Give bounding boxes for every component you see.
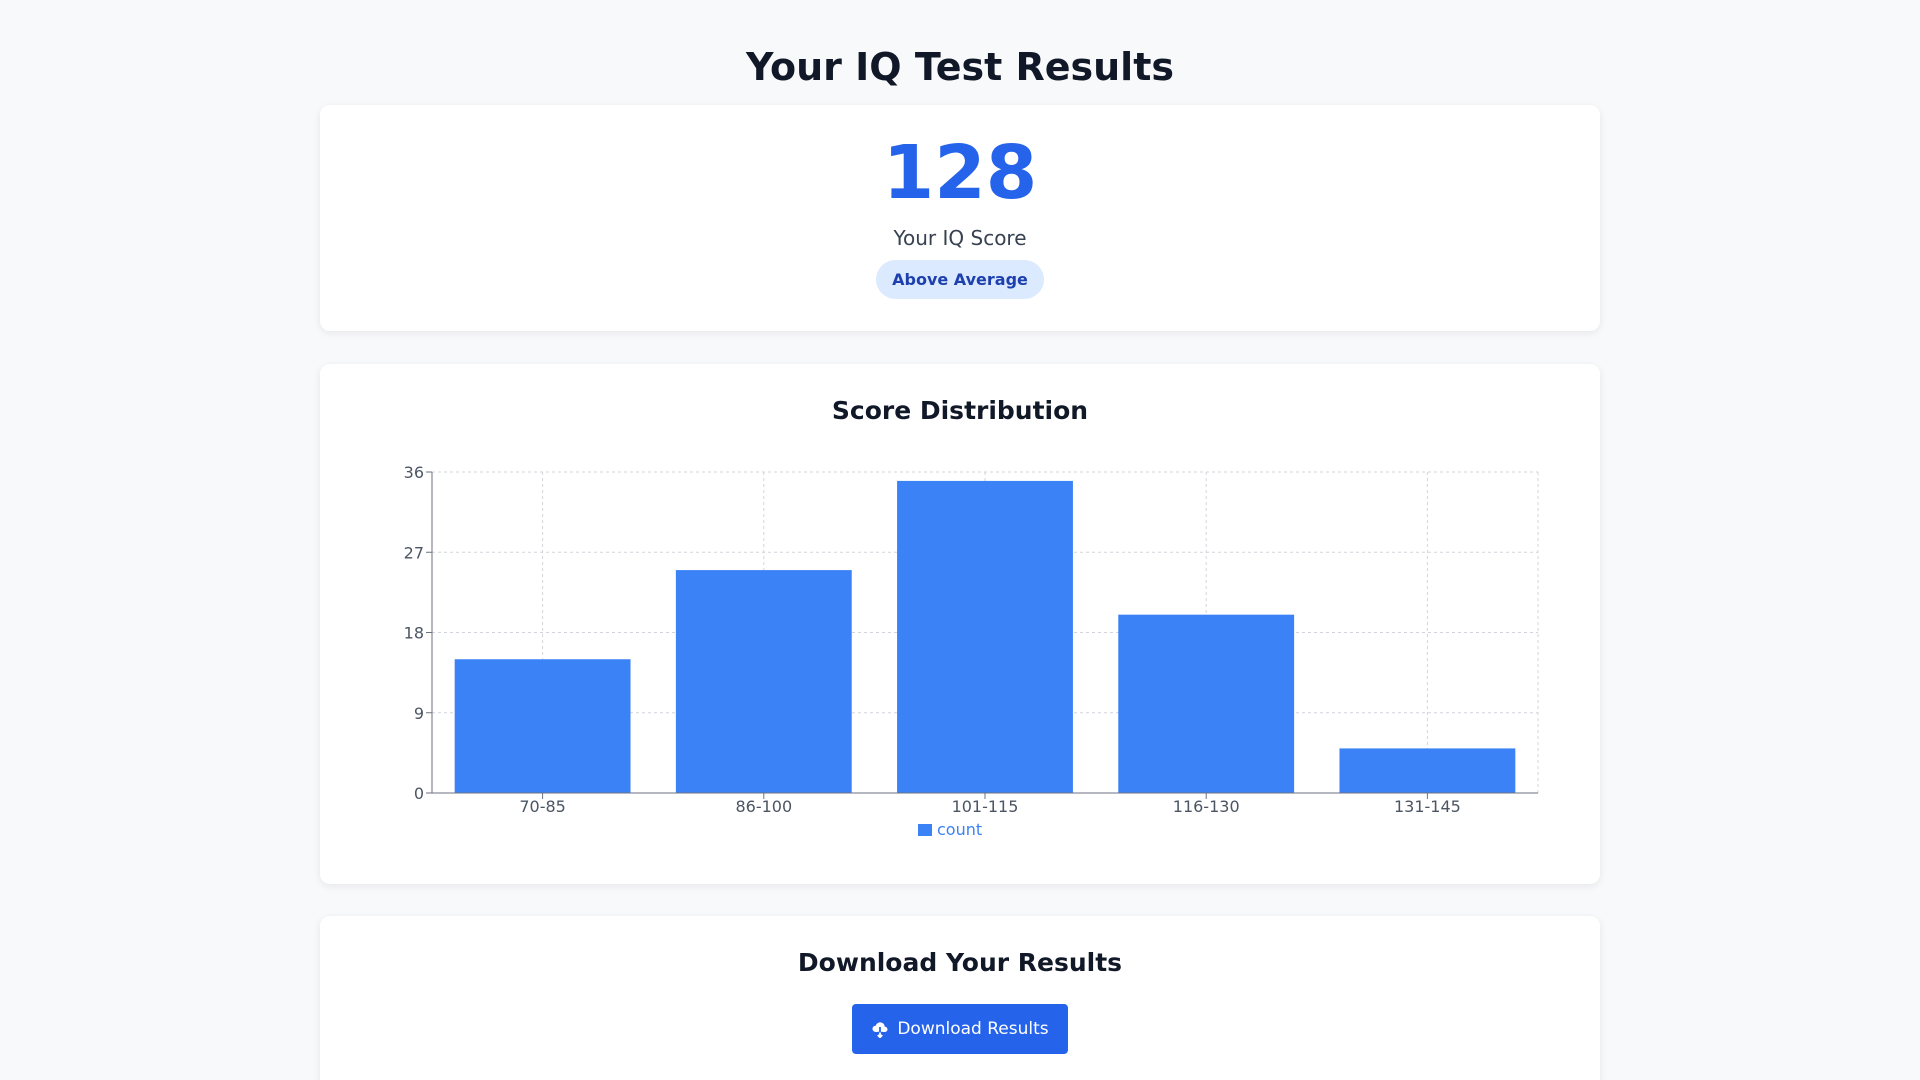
x-tick-label: 116-130 — [1173, 797, 1240, 816]
x-tick-label: 131-145 — [1394, 797, 1461, 816]
x-tick-label: 86-100 — [735, 797, 792, 816]
download-results-button[interactable]: Download Results — [852, 1004, 1068, 1054]
results-page: Your IQ Test Results 128 Your IQ Score A… — [0, 0, 1920, 1080]
download-button-label: Download Results — [897, 1019, 1049, 1039]
chart-bars — [454, 480, 1516, 793]
bar-131-145[interactable] — [1339, 748, 1516, 793]
y-tick-label: 18 — [404, 624, 424, 643]
y-tick-label: 9 — [414, 704, 424, 723]
legend-label: count — [937, 820, 982, 839]
y-tick-label: 27 — [404, 543, 424, 562]
chart-legend[interactable]: count — [918, 820, 982, 839]
y-tick-label: 0 — [414, 784, 424, 803]
x-tick-label: 101-115 — [952, 797, 1019, 816]
bar-86-100[interactable] — [675, 570, 852, 793]
download-card — [320, 916, 1600, 1080]
bar-70-85[interactable] — [454, 659, 631, 793]
download-title: Download Your Results — [797, 948, 1123, 977]
y-tick-label: 36 — [404, 463, 424, 482]
bar-116-130[interactable] — [1118, 614, 1295, 793]
legend-swatch — [918, 824, 932, 836]
bar-101-115[interactable] — [897, 480, 1073, 793]
x-tick-label: 70-85 — [519, 797, 566, 816]
cloud-download-icon — [871, 1020, 889, 1038]
